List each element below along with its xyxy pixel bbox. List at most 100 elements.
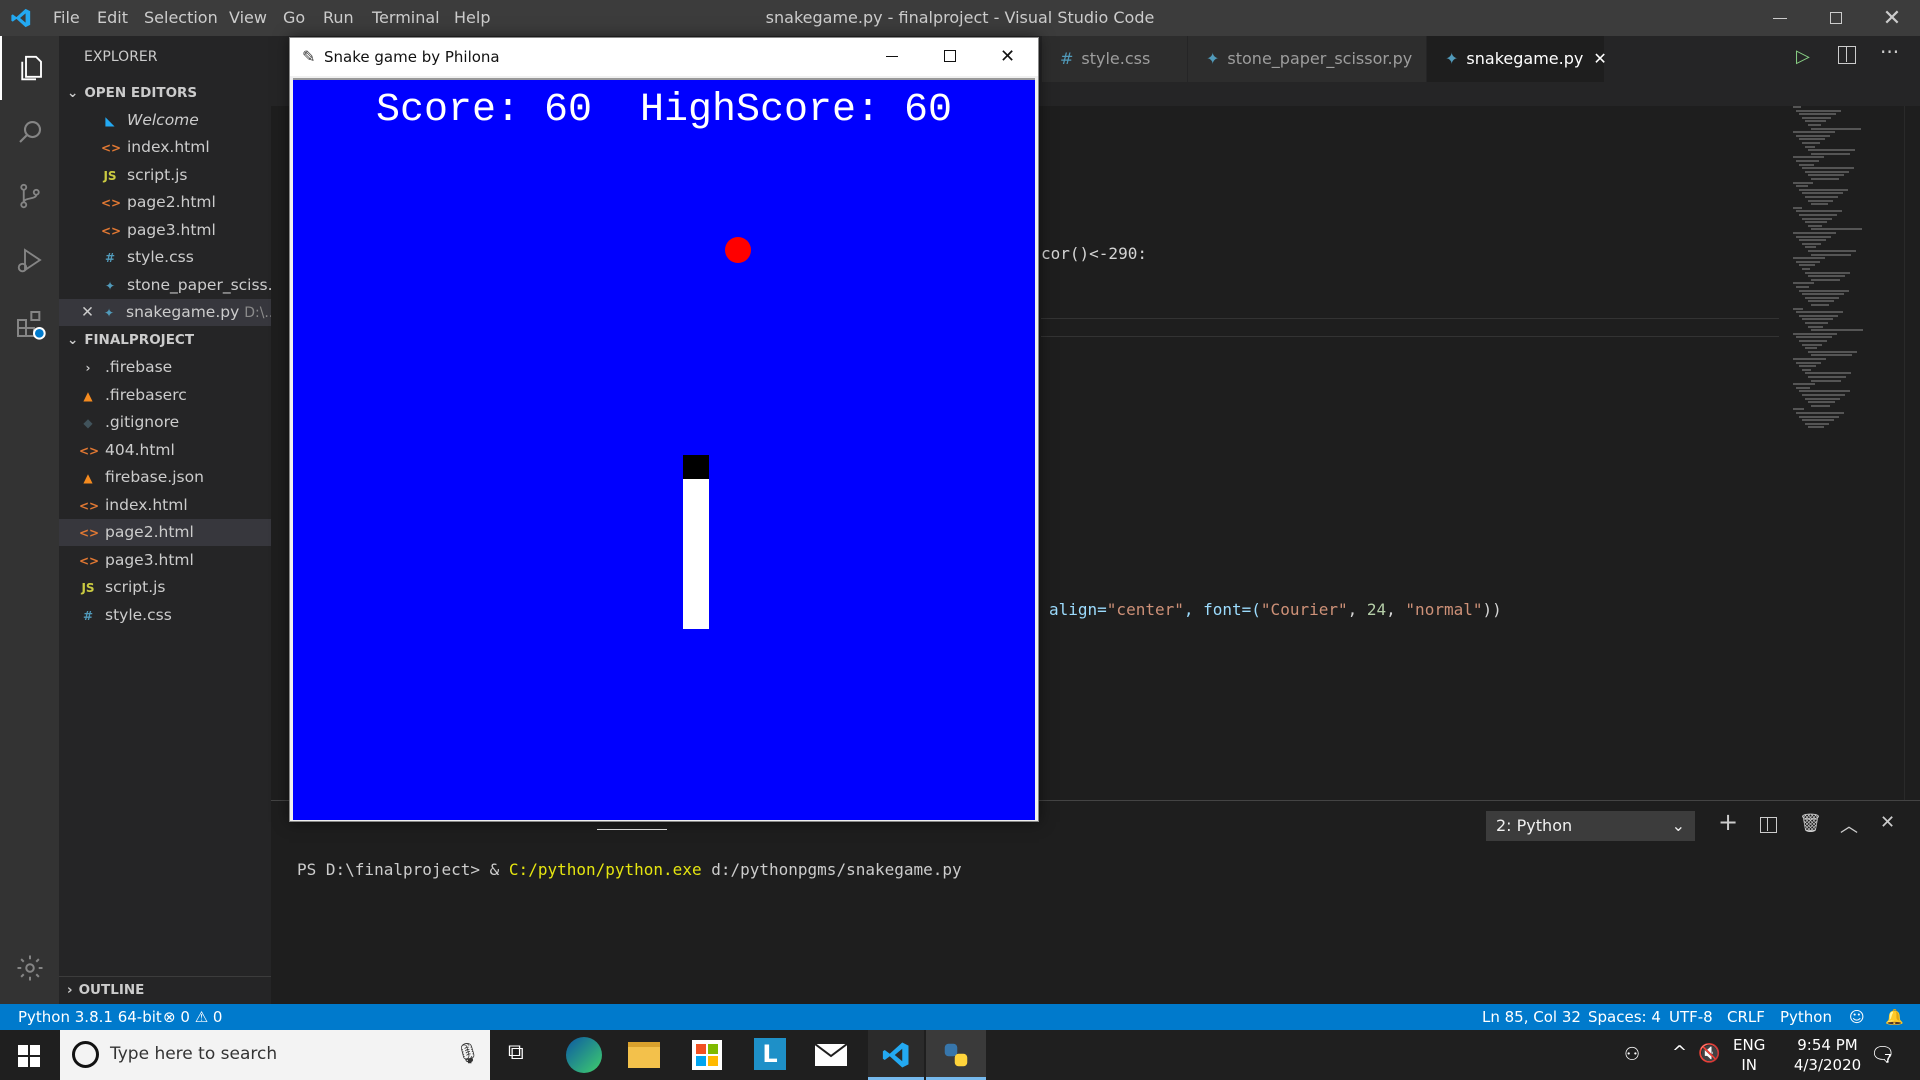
notifications-button[interactable]: 🔔 [1885,1004,1904,1030]
close-icon: ✕ [1880,812,1896,833]
language-mode[interactable]: Python [1780,1004,1832,1030]
show-hidden-icons-button[interactable]: ^ [1672,1042,1687,1063]
split-terminal-button[interactable] [1760,817,1777,833]
open-editor-item[interactable]: JS script.js [59,162,271,189]
tree-item[interactable]: ▲ firebase.json [59,464,271,491]
restore-button[interactable] [1808,0,1864,36]
css-icon: # [82,609,94,623]
extensions-activity-button[interactable] [0,292,59,356]
manage-button[interactable] [0,936,59,1000]
menu-view[interactable]: View [229,0,267,36]
file-explorer-icon[interactable] [628,1042,660,1068]
indentation[interactable]: Spaces: 4 [1588,1004,1661,1030]
tree-item[interactable]: <> index.html [59,492,271,519]
source-control-activity-button[interactable] [0,164,59,228]
code-line: cor()<-290: [1041,244,1147,263]
tree-item[interactable]: ◆ .gitignore [59,409,271,436]
close-panel-button[interactable]: ✕ [1880,812,1895,833]
game-minimize-button[interactable] [886,56,898,57]
l-app-icon[interactable]: L [754,1038,786,1070]
menu-go[interactable]: Go [283,0,305,36]
new-terminal-button[interactable]: + [1718,808,1738,836]
minimap-line [1793,206,1802,209]
input-language[interactable]: ENG IN [1733,1035,1765,1075]
menu-terminal[interactable]: Terminal [372,0,440,36]
close-window-button[interactable]: ✕ [1864,0,1920,36]
open-editor-item-active[interactable]: ✕ ✦ snakegame.py D:\... [59,299,271,326]
edge-icon[interactable] [566,1037,602,1073]
volume-button[interactable]: 🔇 [1698,1043,1720,1064]
task-view-button[interactable]: ⧉ [508,1040,524,1065]
open-editors-section[interactable]: ⌄ OPEN EDITORS [59,80,271,107]
open-editor-item[interactable]: <> page2.html [59,189,271,216]
minimap-line [1799,214,1837,216]
tree-item[interactable]: JS script.js [59,574,271,601]
outline-section[interactable]: › OUTLINE [59,976,271,1003]
more-actions-button[interactable]: ··· [1880,40,1899,64]
menu-run[interactable]: Run [323,0,354,36]
menu-selection[interactable]: Selection [144,0,218,36]
menu-file[interactable]: File [53,0,80,36]
editor-scrollbar[interactable] [1904,106,1918,800]
game-close-button[interactable]: ✕ [1000,38,1015,76]
minimap-line [1802,192,1843,195]
taskbar-search[interactable]: Type here to search 🎙 [60,1030,490,1080]
open-editor-item[interactable]: # style.css [59,244,271,271]
minimap-line [1793,307,1803,310]
people-button[interactable]: ⚇ [1624,1044,1640,1065]
tree-item[interactable]: › .firebase [59,354,271,381]
tree-item[interactable]: <> 404.html [59,437,271,464]
open-editor-item[interactable]: ◣ Welcome [59,107,271,134]
explorer-activity-button[interactable] [0,36,59,100]
menu-edit[interactable]: Edit [97,0,128,36]
html-icon: <> [79,444,100,458]
tab-style-css[interactable]: # style.css [1042,36,1187,82]
close-icon[interactable]: ✕ [1593,49,1606,68]
tab-stone-paper-scissor[interactable]: ✦ stone_paper_scissor.py [1188,36,1426,82]
menu-help[interactable]: Help [454,0,490,36]
tree-item[interactable]: ▲ .firebaserc [59,382,271,409]
file-label: style.css [127,248,194,266]
python-interpreter[interactable]: Python 3.8.1 64-bit [18,1004,162,1030]
mail-icon[interactable] [814,1043,848,1066]
kill-terminal-button[interactable]: 🗑 [1799,813,1822,834]
split-editor-button[interactable] [1838,46,1856,64]
finalproject-section[interactable]: ⌄ FINALPROJECT [59,327,271,354]
feedback-button[interactable]: ☺ [1849,1004,1865,1030]
run-debug-activity-button[interactable] [0,228,59,292]
minimap[interactable] [1789,106,1889,446]
tab-snakegame-py[interactable]: ✦ snakegame.py ✕ [1427,36,1607,82]
python-taskbar-button[interactable] [926,1030,986,1080]
minimize-button[interactable] [1752,0,1808,36]
microsoft-store-icon[interactable] [692,1040,722,1070]
language-code: ENG [1733,1036,1766,1054]
terminal-output[interactable]: PS D:\finalproject> & C:/python/python.e… [297,860,962,879]
tree-item-selected[interactable]: <> page2.html [59,519,271,546]
action-center-button[interactable]: 🗨 7 [1870,1042,1895,1066]
close-icon[interactable]: ✕ [81,303,94,321]
game-maximize-button[interactable] [944,50,956,62]
start-button[interactable] [18,1045,40,1071]
tree-item[interactable]: # style.css [59,602,271,629]
open-editor-item[interactable]: <> page3.html [59,217,271,244]
search-activity-button[interactable] [0,100,59,164]
end-of-line[interactable]: CRLF [1727,1004,1765,1030]
maximize-panel-button[interactable]: ︿ [1840,812,1858,838]
game-canvas[interactable]: Score: 60 HighScore: 60 [293,78,1035,820]
encoding[interactable]: UTF-8 [1669,1004,1713,1030]
cursor-position[interactable]: Ln 85, Col 32 [1482,1004,1581,1030]
run-file-button[interactable]: ▷ [1796,46,1810,67]
problems-indicator[interactable]: ⊗ 0 ⚠ 0 [163,1004,222,1030]
terminal-select[interactable]: 2: Python ⌄ [1486,811,1695,841]
open-editor-item[interactable]: ✦ stone_paper_sciss... [59,272,271,299]
title-bar: File Edit Selection View Go Run Terminal… [0,0,1920,36]
clock[interactable]: 9:54 PM 4/3/2020 [1780,1035,1875,1075]
game-title-bar[interactable]: ✎ Snake game by Philona ✕ [290,38,1038,76]
file-label: snakegame.py [126,303,240,321]
tree-item[interactable]: <> page3.html [59,547,271,574]
vscode-taskbar-button[interactable] [868,1030,924,1080]
minimap-line [1796,361,1821,364]
minimap-line [1796,185,1808,188]
open-editor-item[interactable]: <> index.html [59,134,271,161]
minimap-line [1805,322,1828,324]
